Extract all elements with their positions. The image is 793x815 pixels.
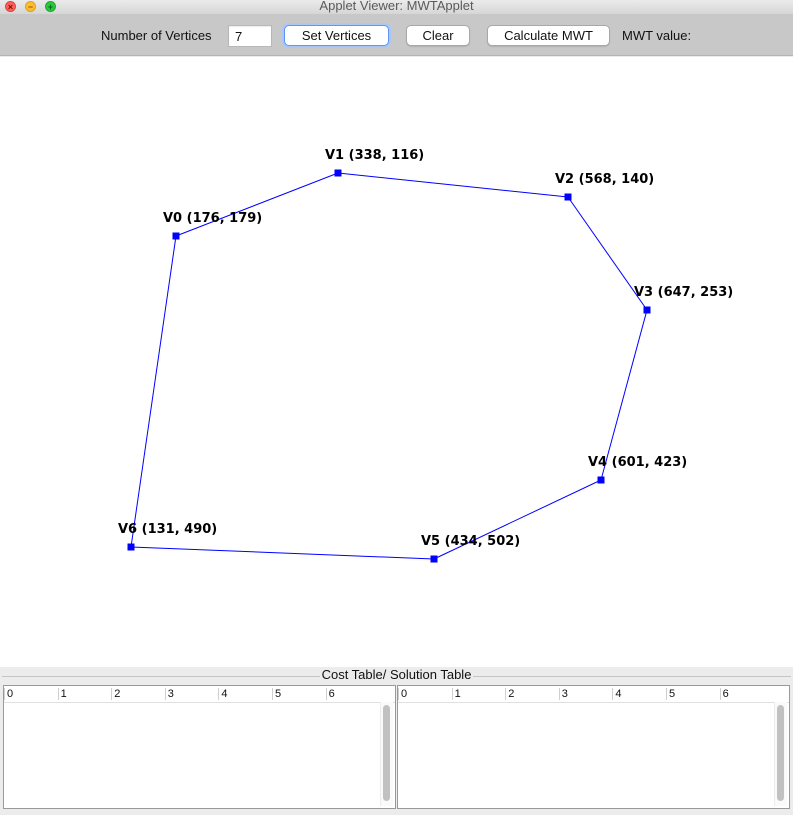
cost_table-column-header[interactable]: 2 [111,686,165,702]
solution_table-column-header[interactable]: 4 [612,686,666,702]
vertex-label: V4 (601, 423) [588,455,687,470]
cost_table-column-header[interactable]: 4 [218,686,272,702]
window-title: Applet Viewer: MWTApplet [319,0,474,13]
cost-solution-table-title: Cost Table/ Solution Table [319,667,474,682]
cost_table-column-header[interactable]: 0 [4,686,58,702]
vertex-label: V0 (176, 179) [163,211,262,226]
vertex-label: V2 (568, 140) [555,172,654,187]
vertex-point[interactable] [597,476,605,484]
cost-table-scroll-thumb[interactable] [383,705,390,801]
solution-table-scroll-thumb[interactable] [777,705,784,801]
vertex-label: V1 (338, 116) [325,148,424,163]
number-of-vertices-input[interactable] [228,25,272,47]
cost_table-column-header[interactable]: 1 [57,686,112,702]
vertex-point[interactable] [643,306,651,314]
solution-table[interactable]: 0123456 [397,685,790,809]
polygon-drawing: V0 (176, 179) V1 (338, 116) V2 (568, 140) V… [118,148,733,563]
cost-table[interactable]: 0123456 [3,685,396,809]
mwt-value-label: MWT value: [622,28,692,43]
solution_table-column-header[interactable]: 6 [719,686,774,702]
number-of-vertices-label: Number of Vertices [101,28,212,43]
solution_table-column-header[interactable]: 0 [398,686,452,702]
solution_table-column-header[interactable]: 5 [666,686,720,702]
toolbar: Number of Vertices Set Vertices Clear Ca… [0,14,793,56]
vertex-point[interactable] [127,543,135,551]
solution_table-column-header[interactable]: 3 [558,686,613,702]
polygon-edge [130,546,435,560]
solution-table-header: 0123456 [398,686,789,703]
set-vertices-button[interactable]: Set Vertices [284,25,389,46]
vertex-label: V3 (647, 253) [634,285,733,300]
cost-table-header: 0123456 [4,686,395,703]
solution_table-column-header[interactable]: 2 [505,686,559,702]
cost-table-scrollbar[interactable] [380,702,393,806]
solution_table-column-header[interactable]: 1 [451,686,506,702]
vertex-label: V6 (131, 490) [118,522,217,537]
polygon-edge [337,172,569,198]
vertex-point[interactable] [172,232,180,240]
cost_table-column-header[interactable]: 6 [325,686,380,702]
vertex-point[interactable] [334,169,342,177]
cost_table-column-header[interactable]: 3 [164,686,219,702]
drawing-canvas[interactable]: V0 (176, 179) V1 (338, 116) V2 (568, 140) V… [0,57,793,667]
calculate-mwt-button[interactable]: Calculate MWT [487,25,610,46]
vertex-point[interactable] [430,555,438,563]
vertex-label: V5 (434, 502) [421,534,520,549]
polygon-edge [130,235,177,548]
vertex-point[interactable] [564,193,572,201]
cost-solution-panel: Cost Table/ Solution Table 0123456 01234… [0,667,793,815]
polygon-edge [175,172,339,237]
clear-button[interactable]: Clear [406,25,470,46]
solution-table-scrollbar[interactable] [774,702,787,806]
cost_table-column-header[interactable]: 5 [272,686,326,702]
window-title-bar: × − + Applet Viewer: MWTApplet [0,0,793,14]
